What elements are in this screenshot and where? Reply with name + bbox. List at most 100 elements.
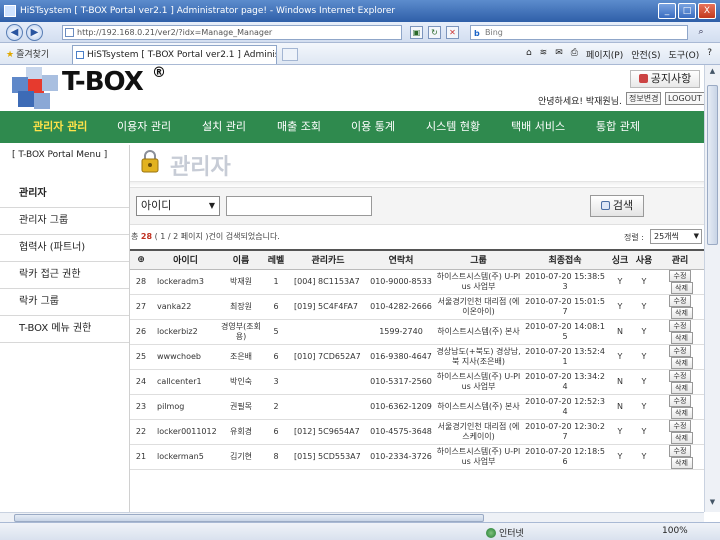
- home-icon[interactable]: ⌂: [526, 48, 532, 61]
- table-row[interactable]: 28 lockeradm3 박재원 1 [004] 8C1153A7 010-9000-8…: [130, 269, 704, 295]
- vertical-scrollbar[interactable]: ▲ ▼: [704, 65, 720, 512]
- edit-button[interactable]: 수정: [669, 269, 691, 282]
- command-help[interactable]: ?: [707, 48, 712, 61]
- cell-no: 28: [130, 269, 152, 295]
- edit-button[interactable]: 수정: [669, 294, 691, 307]
- command-tools[interactable]: 도구(O): [669, 48, 700, 61]
- cell-name: 경영부(조회용): [219, 319, 263, 345]
- favorites-button[interactable]: ★ 즐겨찾기: [6, 47, 49, 60]
- scroll-up-icon[interactable]: ▲: [707, 67, 718, 79]
- zone-indicator[interactable]: 인터넷: [486, 526, 524, 539]
- compat-view-icon[interactable]: ▣: [410, 26, 423, 39]
- delete-button[interactable]: 삭제: [670, 456, 693, 468]
- mail-icon[interactable]: ✉: [555, 48, 563, 61]
- delete-button[interactable]: 삭제: [670, 331, 693, 343]
- table-row[interactable]: 26 lockerbiz2 경영부(조회용) 5 1599-2740 하이스트시스템(주)…: [130, 319, 704, 345]
- nav-item-control[interactable]: 통합 관제: [596, 111, 640, 143]
- zoom-level[interactable]: 100%: [662, 526, 688, 536]
- edit-button[interactable]: 수정: [669, 369, 691, 382]
- cell-group: 하이스트시스템(주) 본사: [435, 394, 522, 420]
- col-header-group: 그룹: [435, 249, 522, 270]
- sidebar-item-locker-access[interactable]: 락카 접근 권한: [0, 262, 130, 289]
- col-header-expand[interactable]: ⊕: [130, 249, 152, 270]
- delete-button[interactable]: 삭제: [670, 306, 693, 318]
- sidebar-item-admin-group[interactable]: 관리자 그룹: [0, 208, 130, 235]
- table-row[interactable]: 24 callcenter1 박인숙 3 010-5317-2560 하이스트시스템(주)…: [130, 369, 704, 395]
- cell-use: Y: [632, 444, 656, 470]
- nav-item-install[interactable]: 설치 관리: [202, 111, 246, 143]
- notice-button[interactable]: 공지사항: [630, 70, 700, 88]
- browser-tab[interactable]: HiSTsystem [ T-BOX Portal ver2.1 ] Admin…: [72, 45, 277, 64]
- edit-button[interactable]: 수정: [669, 394, 691, 407]
- cell-last-login: 2010-07-20 12:52:34: [522, 394, 608, 420]
- delete-button[interactable]: 삭제: [670, 381, 693, 393]
- search-field-select[interactable]: 아이디 ▼: [136, 196, 220, 216]
- scroll-down-icon[interactable]: ▼: [707, 498, 718, 510]
- maximize-button[interactable]: □: [678, 3, 696, 19]
- cell-group: 하이스트시스템(주) U-Plus 사업부: [435, 269, 522, 295]
- sidebar-item-admin[interactable]: 관리자: [0, 181, 130, 208]
- table-row[interactable]: 27 vanka22 최장원 6 [019] 5C4F4FA7 010-4282-2666…: [130, 294, 704, 320]
- table-row[interactable]: 22 locker0011012 유회경 6 [012] 5C9654A7 010-457…: [130, 419, 704, 445]
- notice-icon: [638, 74, 648, 83]
- feeds-icon[interactable]: ≋: [540, 48, 548, 61]
- edit-button[interactable]: 수정: [669, 344, 691, 357]
- search-button[interactable]: 검색: [590, 195, 644, 217]
- horizontal-scroll-thumb[interactable]: [14, 514, 484, 522]
- delete-button[interactable]: 삭제: [670, 431, 693, 443]
- magnifier-icon: [600, 201, 610, 210]
- nav-item-delivery[interactable]: 택배 서비스: [511, 111, 565, 143]
- cell-id: lockerman5: [152, 444, 219, 470]
- table-row[interactable]: 21 lockerman5 김기현 8 [015] 5CD553A7 010-2334-3…: [130, 444, 704, 470]
- stop-icon[interactable]: ✕: [446, 26, 459, 39]
- edit-button[interactable]: 수정: [669, 319, 691, 332]
- command-safety[interactable]: 안전(S): [631, 48, 660, 61]
- cell-no: 24: [130, 369, 152, 395]
- forward-arrow-icon[interactable]: ▶: [26, 24, 43, 41]
- edit-button[interactable]: 수정: [669, 419, 691, 432]
- print-icon[interactable]: ⎙: [571, 48, 578, 61]
- keyword-input[interactable]: [226, 196, 372, 216]
- nav-item-admin[interactable]: 관리자 관리: [33, 111, 87, 143]
- global-nav: 관리자 관리 이용자 관리 설치 관리 매출 조회 이용 통계 시스템 현황 택…: [0, 111, 704, 143]
- delete-button[interactable]: 삭제: [670, 406, 693, 418]
- refresh-icon[interactable]: ↻: [428, 26, 441, 39]
- sort-select[interactable]: 25개씩 ▼: [650, 229, 702, 244]
- tab-page-icon: [76, 51, 84, 59]
- cell-last-login: 2010-07-20 15:01:57: [522, 294, 608, 320]
- minimize-button[interactable]: _: [658, 3, 676, 19]
- cell-group: 서울경기인천 대리점 (에스케이이): [435, 419, 522, 445]
- table-row[interactable]: 25 wwwchoeb 조은배 6 [010] 7CD652A7 016-9380-464…: [130, 344, 704, 370]
- nav-item-users[interactable]: 이용자 관리: [117, 111, 171, 143]
- logout-button[interactable]: LOGOUT: [665, 92, 704, 105]
- cell-manage: 수정삭제: [656, 294, 704, 320]
- cell-manage: 수정삭제: [656, 319, 704, 345]
- nav-item-stats[interactable]: 이용 통계: [351, 111, 395, 143]
- command-page[interactable]: 페이지(P): [586, 48, 623, 61]
- new-tab-button[interactable]: [282, 48, 298, 61]
- search-panel: 아이디 ▼ 검색: [130, 187, 704, 225]
- nav-item-sales[interactable]: 매출 조회: [277, 111, 321, 143]
- nav-item-system[interactable]: 시스템 현황: [426, 111, 480, 143]
- ie-app-icon: [4, 5, 16, 17]
- vertical-scroll-thumb[interactable]: [707, 85, 718, 245]
- search-input[interactable]: b Bing: [470, 25, 688, 40]
- search-icon[interactable]: ⌕: [692, 25, 710, 40]
- sidebar-item-locker-group[interactable]: 락카 그룹: [0, 289, 130, 316]
- delete-button[interactable]: 삭제: [670, 281, 693, 293]
- cell-last-login: 2010-07-20 12:18:56: [522, 444, 608, 470]
- sidebar-item-partner[interactable]: 협력사 (파트너): [0, 235, 130, 262]
- delete-button[interactable]: 삭제: [670, 356, 693, 368]
- cell-sync: Y: [608, 269, 632, 295]
- horizontal-scrollbar[interactable]: [0, 512, 704, 522]
- cell-manage: 수정삭제: [656, 394, 704, 420]
- back-arrow-icon[interactable]: ◀: [6, 24, 23, 41]
- tbox-logo[interactable]: T-BOX ®: [6, 65, 166, 110]
- address-input[interactable]: http://192.168.0.21/ver2/?idx=Manage_Man…: [62, 25, 402, 40]
- edit-button[interactable]: 수정: [669, 444, 691, 457]
- table-row[interactable]: 23 pilmog 권필목 2 010-6362-1209 하이스트시스템(주) 본사 20…: [130, 394, 704, 420]
- sidebar-item-menu-permission[interactable]: T-BOX 메뉴 권한: [0, 316, 130, 343]
- close-button[interactable]: X: [698, 3, 716, 19]
- notice-label: 공지사항: [650, 72, 692, 85]
- edit-info-button[interactable]: 정보변경: [626, 92, 662, 105]
